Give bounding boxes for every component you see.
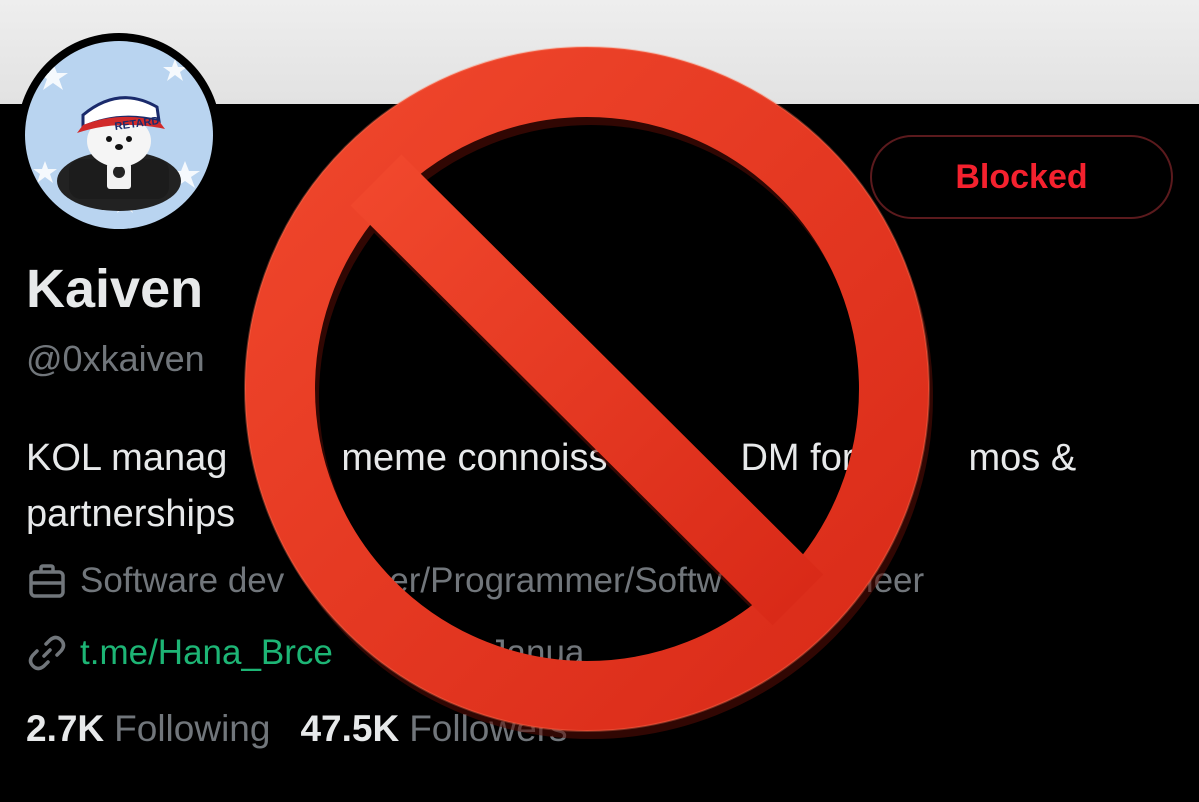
followers-label: Followers bbox=[409, 708, 568, 749]
blocked-button[interactable]: Blocked bbox=[870, 135, 1173, 219]
display-name: Kaiven bbox=[26, 259, 204, 319]
profession-text: Software dev er/Programmer/Softw gineer bbox=[80, 561, 925, 600]
profile-bio: KOL manag meme connoiss DM for mos & par… bbox=[26, 437, 1077, 535]
username-handle: @0xkaiven bbox=[26, 338, 205, 379]
link-row: t.me/Hana_Brce ned Janua bbox=[26, 632, 584, 674]
follow-stats: 2.7K Following 47.5K Followers bbox=[26, 708, 568, 750]
profile-link[interactable]: t.me/Hana_Brce bbox=[80, 633, 333, 673]
link-icon bbox=[26, 632, 68, 674]
profile-header: RETARD Blocked Kaiven @0xkaiven KOL mana… bbox=[0, 0, 1199, 802]
briefcase-icon bbox=[26, 560, 68, 602]
followers-count: 47.5K bbox=[300, 708, 400, 749]
following-label: Following bbox=[114, 708, 271, 749]
profession-row: Software dev er/Programmer/Softw gineer bbox=[26, 560, 924, 602]
avatar[interactable]: RETARD bbox=[17, 33, 221, 237]
avatar-image bbox=[25, 41, 213, 229]
followers-stat[interactable]: 47.5K Followers bbox=[300, 708, 567, 750]
following-stat[interactable]: 2.7K Following bbox=[26, 708, 270, 750]
joined-date: ned Janua bbox=[350, 633, 585, 672]
following-count: 2.7K bbox=[26, 708, 105, 749]
